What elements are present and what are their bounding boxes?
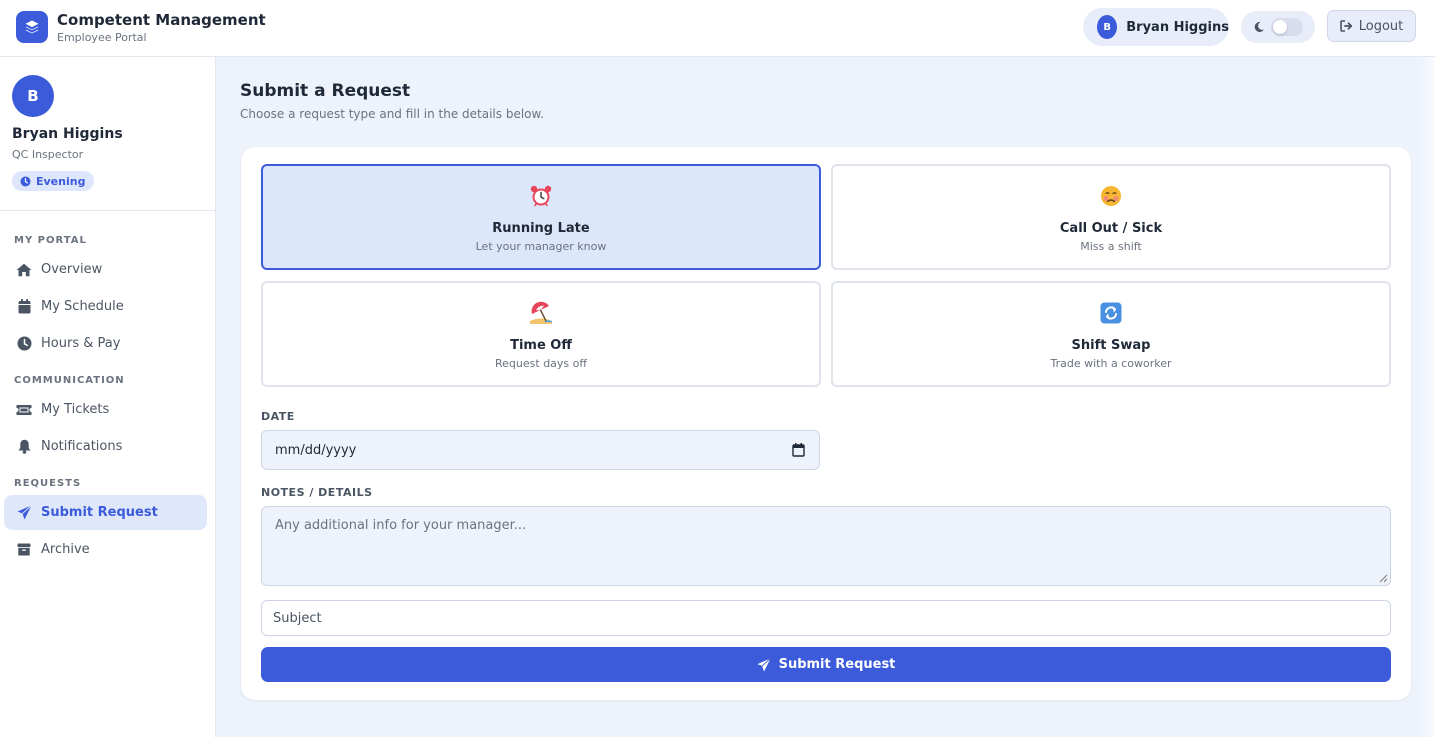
profile-name: Bryan Higgins xyxy=(12,126,123,142)
sidebar-section-requests: REQUESTS xyxy=(14,478,82,489)
request-type-subtitle: Miss a shift xyxy=(1080,240,1142,253)
request-type-running-late[interactable]: Running Late Let your manager know xyxy=(261,164,821,270)
home-icon xyxy=(16,262,32,278)
notes-placeholder: Any additional info for your manager... xyxy=(275,518,527,533)
sidebar-item-label: My Tickets xyxy=(41,402,110,417)
sidebar-item-label: Notifications xyxy=(41,439,123,454)
profile-avatar: B xyxy=(12,75,54,117)
sidebar-item-submit-request[interactable]: Submit Request xyxy=(4,495,207,530)
toggle-knob xyxy=(1273,20,1287,34)
request-type-shift-swap[interactable]: Shift Swap Trade with a coworker xyxy=(831,281,1391,387)
app-subtitle: Employee Portal xyxy=(57,31,147,44)
top-bar: Competent Management Employee Portal B B… xyxy=(0,0,1435,57)
resize-grip-icon[interactable] xyxy=(1379,574,1388,583)
bell-icon xyxy=(16,439,32,455)
ticket-icon xyxy=(16,402,32,418)
sidebar-item-archive[interactable]: Archive xyxy=(4,532,207,567)
user-menu[interactable]: B Bryan Higgins xyxy=(1083,8,1229,46)
page-title: Submit a Request xyxy=(240,81,411,101)
sidebar-item-label: Hours & Pay xyxy=(41,336,121,351)
sidebar-item-label: My Schedule xyxy=(41,299,124,314)
sign-out-icon xyxy=(1339,20,1352,32)
shift-badge: Evening xyxy=(12,171,95,191)
sidebar-item-overview[interactable]: Overview xyxy=(4,252,207,287)
request-type-title: Shift Swap xyxy=(1071,338,1151,353)
request-type-call-out-sick[interactable]: Call Out / Sick Miss a shift xyxy=(831,164,1391,270)
request-type-title: Time Off xyxy=(510,338,572,353)
shift-badge-label: Evening xyxy=(36,174,86,188)
beach-umbrella-icon xyxy=(263,301,819,327)
request-type-title: Running Late xyxy=(492,221,590,236)
date-label: DATE xyxy=(261,410,295,423)
app-title: Competent Management xyxy=(57,11,266,29)
paper-plane-icon xyxy=(757,657,771,672)
request-type-time-off[interactable]: Time Off Request days off xyxy=(261,281,821,387)
request-type-subtitle: Request days off xyxy=(495,357,587,370)
subject-input[interactable]: Subject xyxy=(261,600,1391,636)
date-input[interactable]: mm/dd/yyyy xyxy=(261,430,820,470)
sidebar-item-label: Overview xyxy=(41,262,103,277)
sidebar-divider xyxy=(0,210,215,211)
moon-icon xyxy=(1254,21,1264,32)
calendar-picker-icon[interactable] xyxy=(792,443,805,457)
calendar-icon xyxy=(16,299,32,315)
dark-mode-toggle[interactable] xyxy=(1241,11,1315,43)
archive-icon xyxy=(16,542,32,558)
sidebar-item-my-tickets[interactable]: My Tickets xyxy=(4,392,207,427)
sidebar-item-my-schedule[interactable]: My Schedule xyxy=(4,289,207,324)
sidebar-item-notifications[interactable]: Notifications xyxy=(4,429,207,464)
profile-role: QC Inspector xyxy=(12,148,84,161)
page-scroll-edge xyxy=(1420,57,1435,737)
date-placeholder: mm/dd/yyyy xyxy=(275,442,357,458)
user-avatar: B xyxy=(1097,15,1118,39)
notes-textarea[interactable]: Any additional info for your manager... xyxy=(261,506,1391,586)
sick-face-icon xyxy=(833,184,1389,210)
sidebar: B Bryan Higgins QC Inspector Evening MY … xyxy=(0,57,216,737)
sidebar-section-communication: COMMUNICATION xyxy=(14,375,125,386)
clock-icon xyxy=(20,176,31,186)
request-type-subtitle: Trade with a coworker xyxy=(1050,357,1172,370)
paper-plane-icon xyxy=(16,505,32,521)
sidebar-item-label: Submit Request xyxy=(41,505,158,520)
clock-icon xyxy=(16,336,32,352)
request-type-subtitle: Let your manager know xyxy=(475,240,607,253)
logout-label: Logout xyxy=(1358,18,1404,34)
request-type-title: Call Out / Sick xyxy=(1059,221,1163,236)
notes-label: NOTES / DETAILS xyxy=(261,486,373,499)
sidebar-section-my-portal: MY PORTAL xyxy=(14,235,87,246)
sidebar-item-label: Archive xyxy=(41,542,90,557)
layers-logo-icon xyxy=(16,11,48,43)
logout-button[interactable]: Logout xyxy=(1327,10,1416,42)
user-name: Bryan Higgins xyxy=(1126,19,1229,35)
alarm-clock-icon xyxy=(263,184,819,210)
submit-button-label: Submit Request xyxy=(778,657,896,672)
page-subtitle: Choose a request type and fill in the de… xyxy=(240,107,545,121)
toggle-switch[interactable] xyxy=(1271,18,1303,36)
swap-arrows-icon xyxy=(833,301,1389,327)
submit-request-button[interactable]: Submit Request xyxy=(261,647,1391,682)
sidebar-item-hours-pay[interactable]: Hours & Pay xyxy=(4,326,207,361)
subject-placeholder: Subject xyxy=(273,610,322,626)
